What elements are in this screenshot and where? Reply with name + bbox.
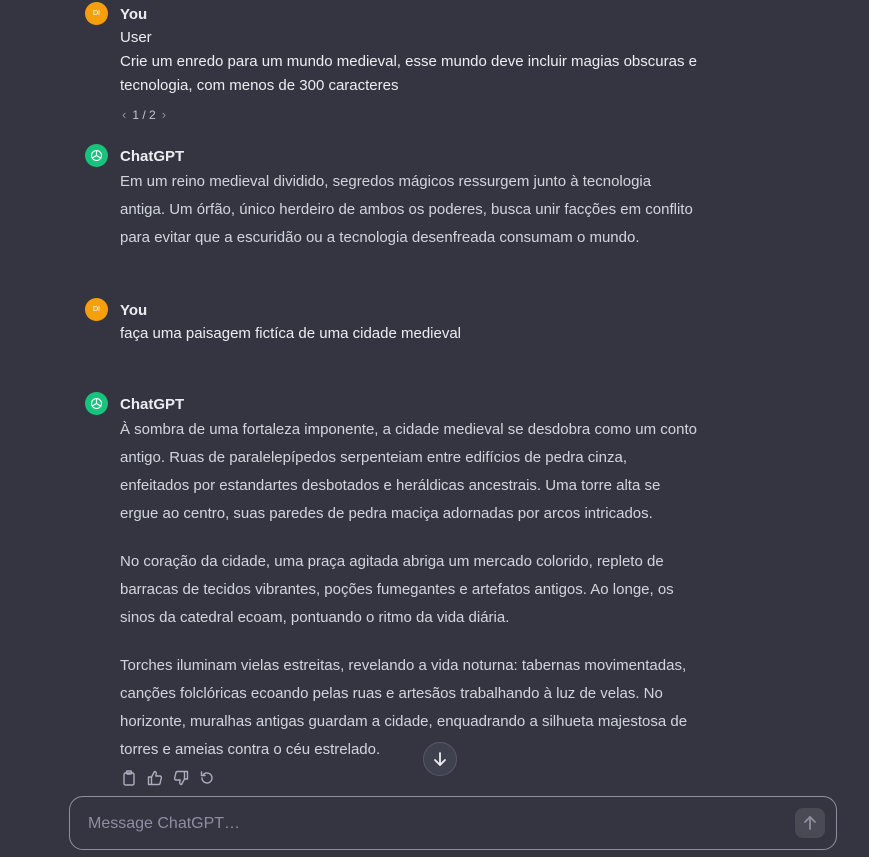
message-line: sinos da catedral ecoam, pontuando o rit… [120,609,510,626]
message-line: canções folclóricas ecoando pelas ruas e… [120,685,663,702]
thumbs-up-icon[interactable] [147,770,163,786]
pager-count: 1 / 2 [132,107,156,122]
copy-icon[interactable] [121,770,137,786]
message-line: barracas de tecidos vibrantes, poções fu… [120,581,674,598]
message-line: Em um reino medieval dividido, segredos … [120,173,652,190]
user-avatar: DI [85,2,108,25]
response-pager: ‹ 1 / 2 › [122,107,166,122]
message-line: antiga. Um órfão, único herdeiro de ambo… [120,201,693,218]
message-line: Torches iluminam vielas estreitas, revel… [120,657,687,674]
chevron-left-icon[interactable]: ‹ [122,107,126,122]
message-line: User [120,29,152,46]
assistant-message: ChatGPT Em um reino medieval dividido, s… [85,144,745,254]
message-line: Crie um enredo para um mundo medieval, e… [120,53,697,70]
assistant-message: ChatGPT À sombra de uma fortaleza impone… [85,392,745,764]
avatar-initials: DI [93,306,100,313]
message-line: No coração da cidade, uma praça agitada … [120,553,664,570]
user-message: DI You faça uma paisagem fictíca de uma … [85,298,745,348]
message-line: horizonte, muralhas antigas guardam a ci… [120,713,688,730]
chat-page: DI You User Crie um enredo para um mundo… [0,0,869,857]
message-author: ChatGPT [120,148,185,165]
message-line: ergue ao centro, suas paredes de pedra m… [120,505,653,522]
message-author: ChatGPT [120,396,185,413]
message-line: faça uma paisagem fictíca de uma cidade … [120,325,462,342]
message-input[interactable] [86,811,770,837]
chatgpt-avatar [85,144,108,167]
regenerate-icon[interactable] [199,770,215,786]
message-line: À sombra de uma fortaleza imponente, a c… [120,421,697,438]
thumbs-down-icon[interactable] [173,770,189,786]
message-actions [121,770,215,786]
arrow-down-icon [434,752,446,766]
chevron-right-icon[interactable]: › [162,107,166,122]
user-message: DI You User Crie um enredo para um mundo… [85,2,745,127]
message-author: You [120,302,148,319]
message-line: tecnologia, com menos de 300 caracteres [120,77,399,94]
scroll-down-button[interactable] [423,742,457,776]
openai-logo-icon [90,149,103,162]
openai-logo-icon [90,397,103,410]
message-line: para evitar que a escuridão ou a tecnolo… [120,229,640,246]
message-composer [69,796,837,850]
avatar-initials: DI [93,10,100,17]
user-avatar: DI [85,298,108,321]
arrow-up-icon [804,816,816,830]
message-line: enfeitados por estandartes desbotados e … [120,477,661,494]
message-line: antigo. Ruas de paralelepípedos serpente… [120,449,627,466]
send-button[interactable] [795,808,825,838]
message-author: You [120,6,148,23]
chatgpt-avatar [85,392,108,415]
